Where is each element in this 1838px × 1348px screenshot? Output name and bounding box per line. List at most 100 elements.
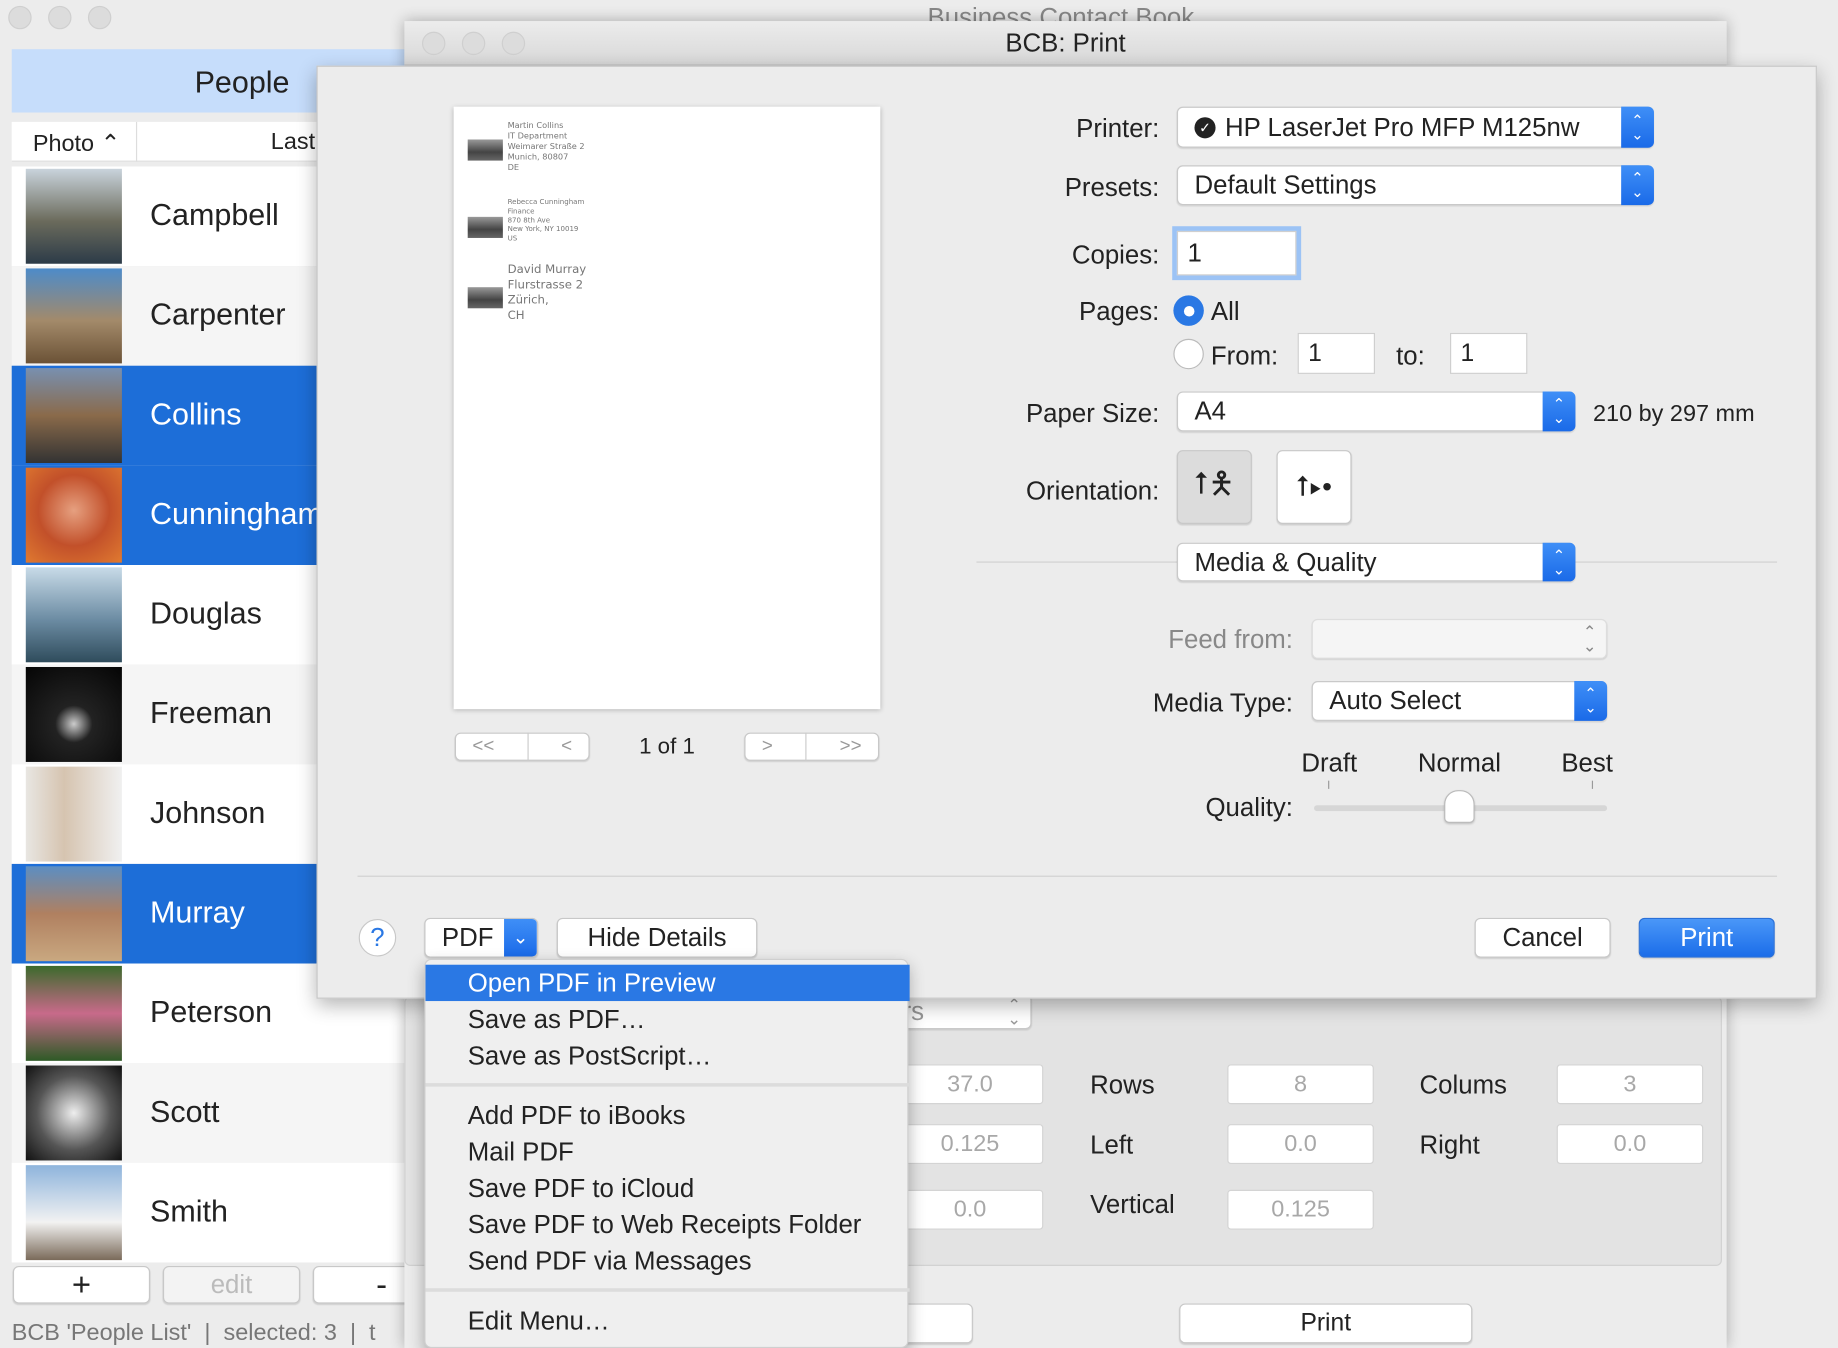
menu-item[interactable]: Add PDF to iBooks (426, 1097, 910, 1133)
vertical-field[interactable]: 0.125 (1227, 1189, 1374, 1230)
preview-address-line: Munich, 80807 (507, 152, 569, 163)
chevron-updown-icon: ⌃ ⌄ (1621, 106, 1654, 148)
menu-item[interactable]: Save as PDF… (426, 1001, 910, 1037)
last-page-button[interactable]: >> (840, 736, 862, 757)
contact-photo (25, 766, 122, 862)
next-page-button[interactable]: > (762, 736, 773, 757)
menu-item[interactable]: Mail PDF (426, 1134, 910, 1170)
landscape-icon: ⭡▸• (1296, 470, 1332, 503)
list-item[interactable]: Scott (11, 1063, 405, 1163)
feed-from-label: Feed from: (1168, 624, 1293, 655)
section-popup[interactable]: Media & Quality ⌃ ⌄ (1176, 542, 1576, 582)
preview-address-line: Weimarer Straße 2 (507, 142, 585, 152)
orientation-portrait-button[interactable]: ⭡🯅 (1176, 450, 1252, 524)
help-button[interactable]: ? (358, 919, 397, 957)
contact-photo (25, 1065, 122, 1161)
contact-last-name: Cunningham (150, 495, 323, 532)
copies-field[interactable]: 1 (1176, 230, 1297, 276)
chevron-down-icon: ⌄ (504, 919, 537, 957)
rows-field[interactable]: 8 (1227, 1064, 1374, 1105)
pages-all-radio[interactable] (1173, 295, 1204, 326)
chevron-updown-icon: ⌃ ⌄ (1621, 165, 1654, 206)
page-indicator: 1 of 1 (639, 734, 695, 760)
print-button[interactable]: Print (1638, 917, 1775, 958)
columns-field[interactable]: 3 (1556, 1064, 1704, 1105)
contact-photo (25, 268, 122, 364)
chevron-updown-icon: ⌃ ⌄ (1574, 681, 1608, 721)
hide-details-button[interactable]: Hide Details (556, 917, 758, 958)
pages-label: Pages: (1079, 296, 1160, 326)
to-field[interactable]: 1 (1450, 332, 1528, 374)
add-button[interactable]: + (12, 1265, 151, 1304)
previous-page-button[interactable]: < (561, 736, 572, 757)
contact-photo (25, 666, 122, 762)
menu-item[interactable]: Send PDF via Messages (426, 1243, 910, 1279)
quality-draft-label: Draft (1301, 747, 1358, 778)
from-field[interactable]: 1 (1297, 332, 1375, 374)
preview-address-line: IT Department (507, 131, 568, 141)
feed-from-popup[interactable]: ⌃ ⌄ (1311, 618, 1608, 659)
underlying-print-button[interactable]: Print (1179, 1303, 1473, 1344)
quality-slider-knob[interactable] (1444, 790, 1475, 823)
all-label: All (1210, 296, 1240, 326)
menu-item[interactable]: Open PDF in Preview (425, 964, 910, 1002)
field-v3[interactable]: 0.0 (896, 1189, 1044, 1230)
status-bar: BCB 'People List' | selected: 3 | t (11, 1319, 376, 1346)
left-field[interactable]: 0.0 (1227, 1124, 1374, 1164)
pdf-menu: Open PDF in Preview Save as PDF… Save as P… (424, 958, 910, 1348)
preview-address-line: Rebecca Cunningham (507, 198, 585, 207)
pages-from-radio[interactable] (1173, 338, 1204, 370)
right-field[interactable]: 0.0 (1556, 1124, 1704, 1164)
presets-popup[interactable]: Default Settings ⌃ ⌄ (1176, 165, 1654, 206)
preview-address-line: Zürich, (507, 294, 549, 308)
first-page-button[interactable]: << (472, 736, 494, 757)
field-v2[interactable]: 0.125 (896, 1124, 1044, 1164)
preview-address-line: US (507, 234, 518, 243)
orientation-landscape-button[interactable]: ⭡▸• (1276, 450, 1352, 524)
quality-label: Quality: (1205, 792, 1293, 822)
contact-photo (25, 168, 122, 264)
paper-size-popup[interactable]: A4 ⌃ ⌄ (1176, 391, 1576, 432)
menu-item[interactable]: Edit Menu… (426, 1302, 910, 1338)
chevron-updown-icon: ⌃ ⌄ (1582, 622, 1597, 656)
columns-label: Colums (1419, 1070, 1507, 1100)
building-thumbnail (467, 287, 503, 309)
preview-address-line: Finance (507, 207, 535, 216)
left-label: Left (1090, 1130, 1134, 1160)
preview-forward-buttons: > >> (744, 732, 880, 761)
copies-label: Copies: (1071, 240, 1160, 270)
cancel-button[interactable]: Cancel (1474, 917, 1611, 958)
close-window-button[interactable] (8, 5, 32, 30)
preview-address-line: David Murray (507, 263, 587, 277)
menu-item[interactable]: Save PDF to Web Receipts Folder (426, 1206, 910, 1242)
column-last[interactable]: Last (271, 129, 315, 156)
pdf-menu-button[interactable]: PDF ⌄ (424, 917, 539, 958)
menu-item[interactable]: Save PDF to iCloud (426, 1170, 910, 1206)
contact-photo (25, 368, 122, 464)
menu-separator (425, 1288, 910, 1292)
zoom-window-button[interactable] (87, 5, 112, 30)
minimize-window-button[interactable] (48, 5, 72, 30)
contact-last-name: Smith (150, 1193, 228, 1229)
preview-address-line: New York, NY 10019 (507, 225, 579, 234)
chevron-updown-icon: ⌃ ⌄ (1542, 542, 1576, 582)
media-type-popup[interactable]: Auto Select ⌃ ⌄ (1311, 681, 1608, 721)
preview-address-line: 870 8th Ave (507, 216, 551, 225)
building-thumbnail (467, 139, 503, 161)
to-label: to: (1396, 341, 1425, 371)
preview-address-line: CH (507, 309, 525, 323)
list-item[interactable]: Smith (11, 1162, 405, 1263)
column-photo[interactable]: Photo ⌃ (33, 129, 120, 158)
field-v1[interactable]: 37.0 (896, 1064, 1044, 1105)
quality-best-label: Best (1561, 747, 1613, 778)
paper-dimensions: 210 by 297 mm (1593, 400, 1755, 427)
contact-photo (25, 1165, 122, 1261)
edit-button[interactable]: edit (162, 1265, 301, 1304)
portrait-icon: ⭡🯅 (1193, 464, 1235, 500)
contact-photo (25, 567, 122, 663)
printer-popup[interactable]: ✓ HP LaserJet Pro MFP M125nw ⌃ ⌄ (1176, 106, 1654, 148)
from-label: From: (1210, 341, 1279, 371)
menu-item[interactable]: Save as PostScript… (426, 1037, 910, 1073)
contact-last-name: Campbell (150, 196, 279, 233)
building-thumbnail (467, 216, 503, 238)
